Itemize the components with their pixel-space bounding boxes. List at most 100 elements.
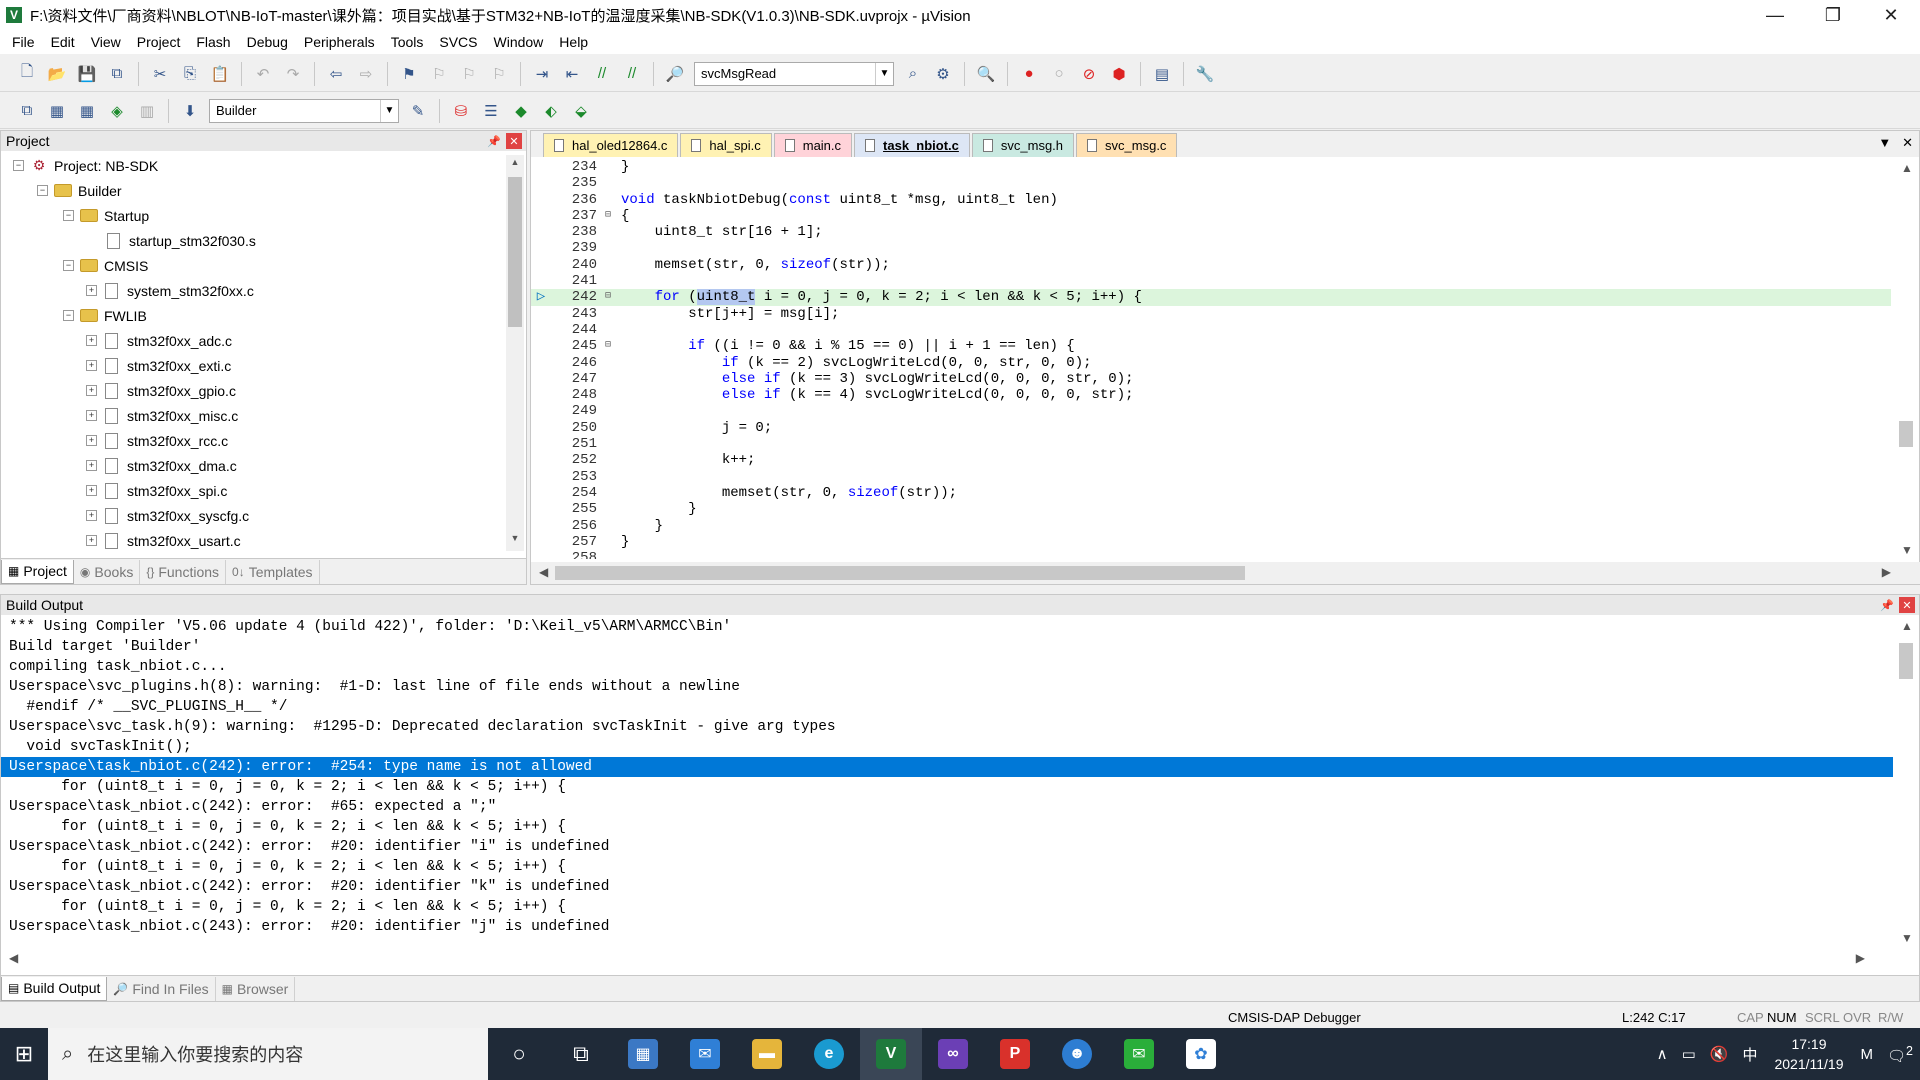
build-output-line[interactable]: Userspace\task_nbiot.c(242): error: #20:… — [1, 837, 1895, 857]
code-line[interactable]: 252 k++; — [531, 452, 1891, 468]
download-icon[interactable]: ⬇ — [177, 98, 203, 124]
tree-item[interactable]: + stm32f0xx_exti.c — [1, 353, 501, 378]
fold-marker[interactable] — [601, 436, 615, 452]
fold-marker[interactable] — [601, 240, 615, 256]
edge-browser-icon[interactable]: e — [798, 1028, 860, 1080]
fold-marker[interactable] — [601, 159, 615, 175]
multi-project-icon[interactable]: ⬙ — [568, 98, 594, 124]
build-output-line[interactable]: Userspace\task_nbiot.c(242): error: #254… — [1, 757, 1895, 777]
wps-pdf-icon[interactable]: P — [984, 1028, 1046, 1080]
collapse-icon[interactable]: − — [63, 310, 74, 321]
expand-icon[interactable]: + — [86, 335, 97, 346]
expand-icon[interactable]: + — [86, 360, 97, 371]
collapse-icon[interactable]: − — [63, 210, 74, 221]
gutter[interactable] — [531, 452, 551, 468]
pin-icon[interactable]: 📌 — [486, 135, 502, 148]
code-area[interactable]: 234} 235 236 void taskNbiotDebug(const uint… — [531, 159, 1891, 559]
tab-task-nbiot[interactable]: task_nbiot.c — [854, 133, 970, 157]
fold-marker[interactable]: ⊟ — [601, 289, 615, 305]
scrollbar-thumb[interactable] — [555, 566, 1245, 580]
build-output-line[interactable]: #endif /* __SVC_PLUGINS_H__ */ — [1, 697, 1895, 717]
code-text[interactable]: void taskNbiotDebug(const uint8_t *msg, … — [615, 192, 1891, 208]
tree-item[interactable]: − CMSIS — [1, 253, 501, 278]
target-combo[interactable]: Builder ▼ — [209, 98, 399, 123]
code-text[interactable] — [615, 436, 1891, 452]
scroll-down-icon[interactable]: ▼ — [1901, 543, 1913, 557]
tree-scrollbar[interactable]: ▲ ▼ — [506, 155, 524, 551]
baidu-netdisk-icon[interactable]: ✿ — [1170, 1028, 1232, 1080]
build-output-line[interactable]: Userspace\task_nbiot.c(242): error: #65:… — [1, 797, 1895, 817]
gutter[interactable] — [531, 240, 551, 256]
code-text[interactable] — [615, 550, 1891, 559]
breakpoint-insert-icon[interactable]: ● — [1016, 61, 1042, 87]
select-packs-icon[interactable]: ☰ — [478, 98, 504, 124]
breakpoint-kill-all-icon[interactable]: ⬢ — [1106, 61, 1132, 87]
code-text[interactable]: else if (k == 3) svcLogWriteLcd(0, 0, 0,… — [615, 371, 1891, 387]
scroll-down-icon[interactable]: ▼ — [1901, 931, 1913, 945]
code-line[interactable]: 253 — [531, 469, 1891, 485]
code-text[interactable]: if (k == 2) svcLogWriteLcd(0, 0, str, 0,… — [615, 355, 1891, 371]
build-output-line[interactable]: Userspace\task_nbiot.c(242): error: #20:… — [1, 877, 1895, 897]
tab-main[interactable]: main.c — [773, 133, 853, 157]
code-line[interactable]: 236 void taskNbiotDebug(const uint8_t *ms… — [531, 192, 1891, 208]
scrollbar-thumb[interactable] — [1899, 643, 1913, 679]
save-all-icon[interactable]: ⧉ — [104, 61, 130, 87]
build-output-text[interactable]: *** Using Compiler 'V5.06 update 4 (buil… — [1, 617, 1895, 947]
gutter[interactable] — [531, 175, 551, 191]
menu-window[interactable]: Window — [486, 34, 552, 50]
code-text[interactable]: if ((i != 0 && i % 15 == 0) || i + 1 == … — [615, 338, 1891, 354]
gutter[interactable] — [531, 338, 551, 354]
build-output-line[interactable]: compiling task_nbiot.c... — [1, 657, 1895, 677]
fold-marker[interactable] — [601, 420, 615, 436]
menu-project[interactable]: Project — [129, 34, 189, 50]
task-view-icon[interactable]: ⧉ — [550, 1028, 612, 1080]
code-line[interactable]: 251 — [531, 436, 1891, 452]
tree-item[interactable]: − Startup — [1, 203, 501, 228]
copy-icon[interactable]: ⎘ — [177, 61, 203, 87]
tree-item[interactable]: + stm32f0xx_syscfg.c — [1, 503, 501, 528]
code-line[interactable]: 246 if (k == 2) svcLogWriteLcd(0, 0, str… — [531, 355, 1891, 371]
build-output-line[interactable]: Userspace\svc_plugins.h(8): warning: #1-… — [1, 677, 1895, 697]
fold-marker[interactable] — [601, 469, 615, 485]
tree-item[interactable]: − ⚙ Project: NB-SDK — [1, 153, 501, 178]
navigate-back-icon[interactable]: ⇦ — [323, 61, 349, 87]
fold-marker[interactable]: ⊟ — [601, 338, 615, 354]
minimize-button[interactable]: — — [1746, 0, 1804, 30]
gutter[interactable] — [531, 436, 551, 452]
find-in-files-icon[interactable]: 🔎 — [662, 61, 688, 87]
tree-item[interactable]: + stm32f0xx_misc.c — [1, 403, 501, 428]
scroll-left-icon[interactable]: ◀ — [9, 951, 18, 965]
fold-marker[interactable] — [601, 452, 615, 468]
code-text[interactable]: else if (k == 4) svcLogWriteLcd(0, 0, 0,… — [615, 387, 1891, 403]
fold-marker[interactable] — [601, 518, 615, 534]
incremental-find-icon[interactable]: ⌕ — [900, 61, 926, 87]
fold-marker[interactable] — [601, 273, 615, 289]
gutter[interactable] — [531, 550, 551, 559]
fold-marker[interactable] — [601, 387, 615, 403]
fold-marker[interactable] — [601, 534, 615, 550]
chevron-down-icon[interactable]: ▼ — [1878, 135, 1891, 150]
save-icon[interactable]: 💾 — [74, 61, 100, 87]
gutter[interactable] — [531, 273, 551, 289]
tab-svc-msg-h[interactable]: svc_msg.h — [971, 133, 1075, 157]
keil-uvision-icon[interactable]: V — [860, 1028, 922, 1080]
batch-build-icon[interactable]: ◈ — [104, 98, 130, 124]
navigate-forward-icon[interactable]: ⇨ — [353, 61, 379, 87]
menu-debug[interactable]: Debug — [239, 34, 296, 50]
fold-marker[interactable] — [601, 485, 615, 501]
close-button[interactable]: ✕ — [1862, 0, 1920, 30]
code-text[interactable] — [615, 469, 1891, 485]
tree-item[interactable]: − Builder — [1, 178, 501, 203]
chevron-up-icon[interactable]: ∧ — [1657, 1045, 1668, 1063]
scroll-right-icon[interactable]: ▶ — [1856, 951, 1865, 965]
menu-tools[interactable]: Tools — [383, 34, 432, 50]
fold-marker[interactable] — [601, 224, 615, 240]
fold-marker[interactable] — [601, 550, 615, 559]
expand-icon[interactable]: + — [86, 285, 97, 296]
code-text[interactable]: uint8_t str[16 + 1]; — [615, 224, 1891, 240]
cut-icon[interactable]: ✂ — [147, 61, 173, 87]
code-text[interactable] — [615, 175, 1891, 191]
expand-icon[interactable]: + — [86, 510, 97, 521]
build-scrollbar[interactable]: ▲ ▼ — [1893, 617, 1919, 947]
code-line[interactable]: 247 else if (k == 3) svcLogWriteLcd(0, 0… — [531, 371, 1891, 387]
